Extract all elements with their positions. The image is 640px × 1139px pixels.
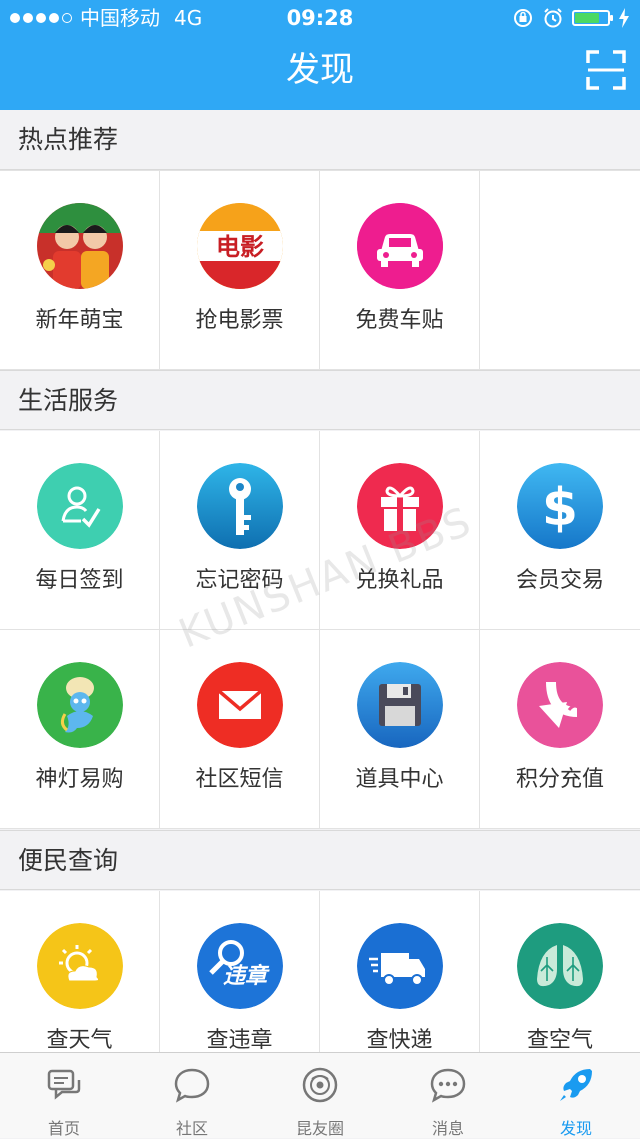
checkin-icon (37, 463, 123, 549)
header-bar: 中国移动 4G 09:28 发现 (0, 0, 640, 110)
tab-label: 发现 (559, 1119, 592, 1138)
grid-item-points-recharge[interactable]: 积分充值 (480, 630, 640, 829)
grid-item-daily-checkin[interactable]: 每日签到 (0, 431, 160, 630)
weather-icon (37, 923, 123, 1009)
hot-recommend-grid: 新年萌宝 电影 抢电影票 免费车贴 (0, 170, 640, 370)
tab-bar: 首页 社区 昆友圈 消息 发现 (0, 1052, 640, 1138)
key-icon (197, 463, 283, 549)
floppy-disk-icon (357, 662, 443, 748)
grid-item-empty (480, 171, 640, 370)
mail-icon (197, 662, 283, 748)
grid-item-genie-shop[interactable]: 神灯易购 (0, 630, 160, 829)
section-header-life: 生活服务 (0, 370, 640, 430)
battery-icon (572, 10, 613, 26)
section-header-query: 便民查询 (0, 830, 640, 890)
grid-item-label: 新年萌宝 (35, 308, 124, 333)
tab-label: 昆友圈 (295, 1119, 344, 1138)
movie-ticket-icon: 电影 (197, 203, 283, 289)
grid-item-forgot-password[interactable]: 忘记密码 (160, 431, 320, 630)
grid-item-label: 每日签到 (35, 568, 124, 593)
alarm-icon (544, 8, 562, 28)
grid-item-label: 社区短信 (195, 767, 284, 792)
grid-item-label: 道具中心 (355, 767, 444, 792)
grid-item-new-year-baby[interactable]: 新年萌宝 (0, 171, 160, 370)
air-quality-lungs-icon (517, 923, 603, 1009)
grid-item-label: 会员交易 (515, 568, 604, 593)
car-icon (357, 203, 443, 289)
page-title: 发现 (286, 50, 354, 90)
status-bar: 中国移动 4G 09:28 (0, 0, 640, 36)
community-bubble-icon (174, 1068, 210, 1103)
delivery-truck-icon (357, 923, 443, 1009)
grid-item-label: 查天气 (46, 1028, 113, 1053)
rotation-lock-icon (514, 9, 532, 27)
grid-item-label: 抢电影票 (195, 308, 284, 333)
grid-item-label: 查空气 (526, 1028, 593, 1053)
friends-circle-icon (302, 1067, 338, 1103)
rocket-icon (560, 1069, 592, 1101)
grid-item-gift-exchange[interactable]: 兑换礼品 (320, 431, 480, 630)
violation-icon-text: 违章 (223, 963, 270, 989)
dollar-icon: $ (517, 463, 603, 549)
tab-friends-circle[interactable]: 昆友圈 (256, 1053, 384, 1138)
grid-item-props-center[interactable]: 道具中心 (320, 630, 480, 829)
grid-item-label: 查违章 (206, 1028, 273, 1053)
grid-item-member-trade[interactable]: $ 会员交易 (480, 431, 640, 630)
life-service-grid: 每日签到 忘记密码 兑换礼品 $ 会员交易 神灯易购 社区短信 道具中心 积分充… (0, 431, 640, 829)
new-year-baby-icon (37, 203, 123, 289)
grid-item-label: 积分充值 (515, 767, 604, 792)
tab-home[interactable]: 首页 (0, 1053, 128, 1138)
movie-icon-text: 电影 (216, 233, 264, 261)
message-icon (430, 1068, 466, 1103)
genie-icon (37, 662, 123, 748)
section-header-hot: 热点推荐 (0, 110, 640, 170)
grid-item-label: 免费车贴 (355, 308, 444, 333)
scan-icon[interactable] (586, 50, 626, 90)
gift-icon (357, 463, 443, 549)
recharge-arrow-icon (517, 662, 603, 748)
charging-icon (619, 8, 629, 28)
grid-item-community-sms[interactable]: 社区短信 (160, 630, 320, 829)
grid-item-free-car-sticker[interactable]: 免费车贴 (320, 171, 480, 370)
traffic-violation-icon: 违章 (197, 923, 283, 1009)
svg-text:$: $ (542, 478, 578, 538)
tab-label: 社区 (175, 1119, 208, 1138)
grid-item-label: 神灯易购 (35, 767, 124, 792)
tab-label: 首页 (47, 1119, 80, 1138)
grid-item-label: 忘记密码 (195, 568, 284, 593)
grid-item-movie-ticket[interactable]: 电影 抢电影票 (160, 171, 320, 370)
home-chat-icon (47, 1069, 81, 1100)
tab-messages[interactable]: 消息 (384, 1053, 512, 1138)
tab-community[interactable]: 社区 (128, 1053, 256, 1138)
grid-item-label: 兑换礼品 (355, 568, 444, 593)
tab-label: 消息 (431, 1119, 464, 1138)
tab-discover[interactable]: 发现 (512, 1053, 640, 1138)
grid-item-label: 查快递 (366, 1028, 433, 1053)
